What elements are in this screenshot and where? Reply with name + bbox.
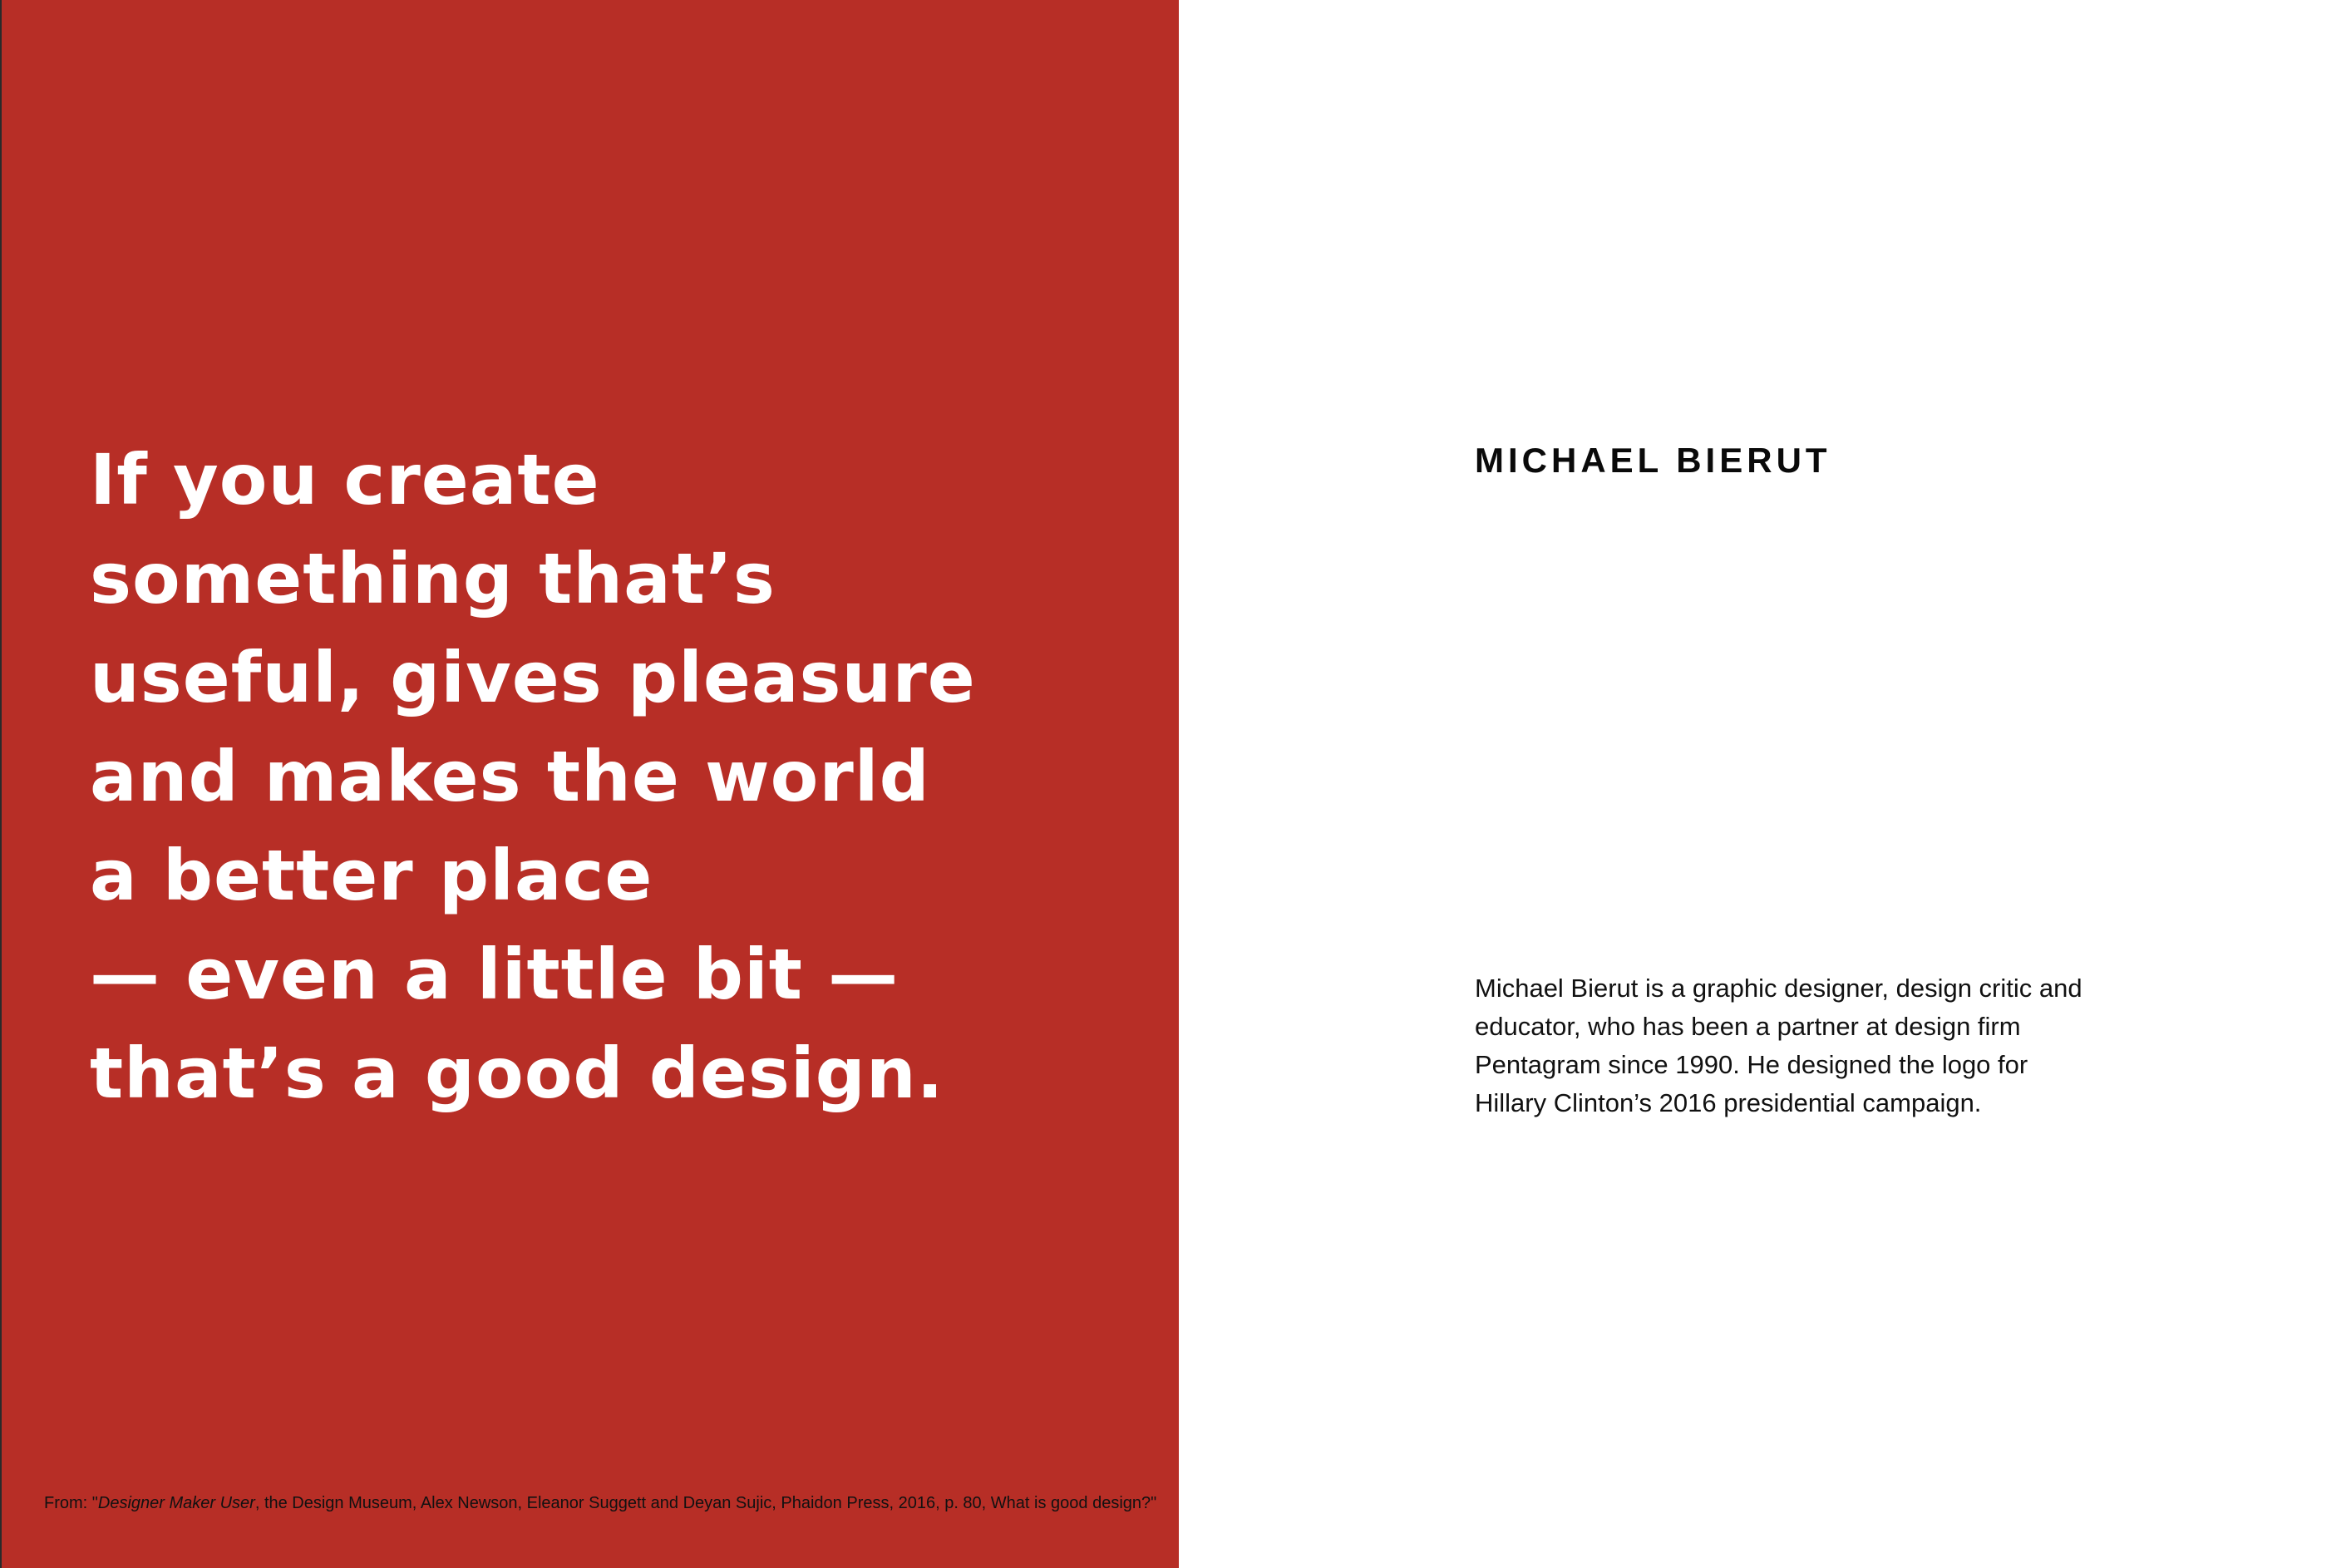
quote-line: If you create	[90, 439, 600, 520]
bio-page: MICHAEL BIERUT Michael Bierut is a graph…	[1179, 0, 2351, 1568]
bio-line: Hillary Clinton’s 2016 presidential camp…	[1475, 1088, 1982, 1117]
quote-line: and makes the world	[90, 736, 930, 817]
person-name: MICHAEL BIERUT	[1475, 441, 1831, 480]
source-citation: From: "Designer Maker User, the Design M…	[44, 1492, 1158, 1515]
book-spread: If you create something that’s useful, g…	[0, 0, 2351, 1568]
source-details: , the Design Museum, Alex Newson, Eleano…	[254, 1494, 1157, 1512]
quote-page: If you create something that’s useful, g…	[0, 0, 1179, 1568]
pull-quote: If you create something that’s useful, g…	[90, 431, 1154, 1123]
source-prefix: From: "	[44, 1494, 98, 1512]
source-book-title: Designer Maker User	[97, 1494, 255, 1512]
quote-line: that’s a good design.	[90, 1033, 944, 1114]
bio-line: Michael Bierut is a graphic designer, de…	[1475, 974, 2082, 1003]
quote-line: something that’s	[90, 538, 776, 619]
quote-line: a better place	[90, 835, 653, 916]
quote-line: useful, gives pleasure	[90, 637, 976, 718]
quote-line: — even a little bit —	[90, 934, 899, 1015]
bio-line: educator, who has been a partner at desi…	[1475, 1012, 2021, 1041]
bio-line: Pentagram since 1990. He designed the lo…	[1475, 1050, 2028, 1079]
person-bio: Michael Bierut is a graphic designer, de…	[1475, 969, 2156, 1122]
